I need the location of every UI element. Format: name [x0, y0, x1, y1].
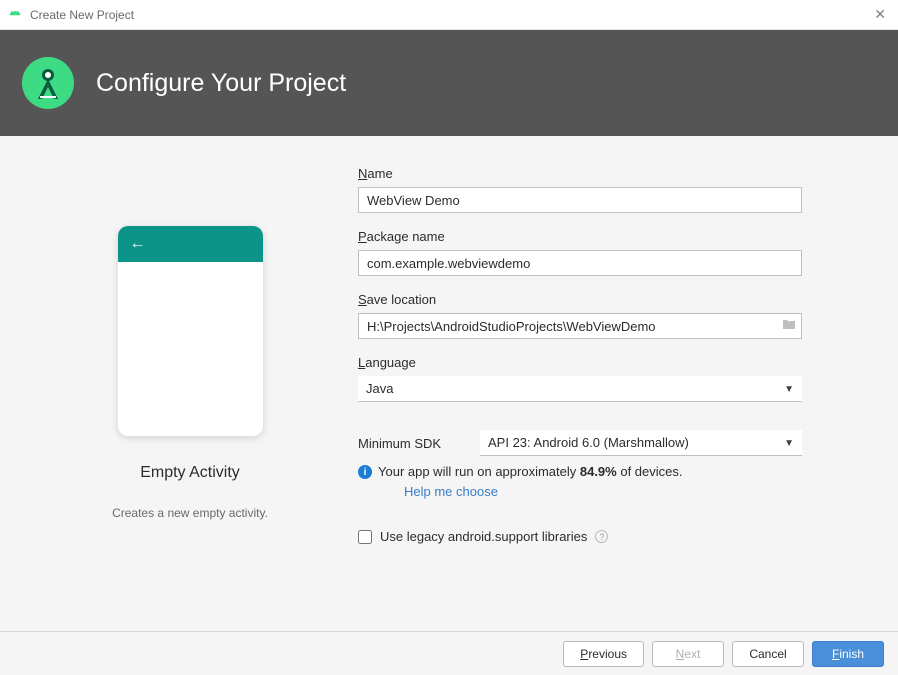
info-icon: i: [358, 465, 372, 479]
name-field-group: Name: [358, 166, 858, 213]
dialog-footer: Previous Next Cancel Finish: [0, 631, 898, 675]
language-label: Language: [358, 355, 858, 370]
name-label: Name: [358, 166, 858, 181]
legacy-libraries-label: Use legacy android.support libraries: [380, 529, 587, 544]
language-field-group: Language Java ▼: [358, 355, 858, 402]
package-label: Package name: [358, 229, 858, 244]
finish-button[interactable]: Finish: [812, 641, 884, 667]
minimum-sdk-label: Minimum SDK: [358, 436, 480, 451]
minimum-sdk-value: API 23: Android 6.0 (Marshmallow): [488, 435, 689, 450]
android-studio-logo-icon: [22, 57, 74, 109]
language-select[interactable]: Java ▼: [358, 376, 802, 402]
name-input[interactable]: [358, 187, 802, 213]
android-app-icon: [8, 8, 22, 22]
template-name: Empty Activity: [140, 464, 240, 482]
window-title: Create New Project: [30, 8, 134, 22]
template-description: Creates a new empty activity.: [112, 506, 268, 520]
header-banner: Configure Your Project: [0, 30, 898, 136]
phone-preview: ←: [118, 226, 263, 436]
location-field-group: Save location: [358, 292, 858, 339]
template-preview-column: ← Empty Activity Creates a new empty act…: [40, 166, 340, 631]
titlebar: Create New Project ✕: [0, 0, 898, 30]
cancel-button[interactable]: Cancel: [732, 641, 804, 667]
back-arrow-icon: ←: [130, 235, 146, 253]
location-label: Save location: [358, 292, 858, 307]
form-column: Name Package name Save location Language…: [340, 166, 858, 631]
device-coverage-info: i Your app will run on approximately 84.…: [358, 464, 858, 479]
location-input[interactable]: [358, 313, 802, 339]
package-input[interactable]: [358, 250, 802, 276]
chevron-down-icon: ▼: [784, 438, 794, 449]
next-button: Next: [652, 641, 724, 667]
help-icon[interactable]: ?: [595, 530, 608, 543]
page-title: Configure Your Project: [96, 69, 346, 98]
legacy-libraries-row: Use legacy android.support libraries ?: [358, 529, 858, 544]
help-me-choose-link[interactable]: Help me choose: [404, 484, 498, 499]
content-area: ← Empty Activity Creates a new empty act…: [0, 136, 898, 631]
close-icon[interactable]: ✕: [874, 6, 886, 23]
browse-folder-icon[interactable]: [782, 318, 796, 333]
minimum-sdk-row: Minimum SDK API 23: Android 6.0 (Marshma…: [358, 430, 858, 456]
previous-button[interactable]: Previous: [563, 641, 644, 667]
legacy-libraries-checkbox[interactable]: [358, 530, 372, 544]
chevron-down-icon: ▼: [784, 384, 794, 395]
minimum-sdk-select[interactable]: API 23: Android 6.0 (Marshmallow) ▼: [480, 430, 802, 456]
device-coverage-text: Your app will run on approximately 84.9%…: [378, 464, 683, 479]
phone-topbar: ←: [118, 226, 263, 262]
package-field-group: Package name: [358, 229, 858, 276]
language-value: Java: [366, 381, 393, 396]
